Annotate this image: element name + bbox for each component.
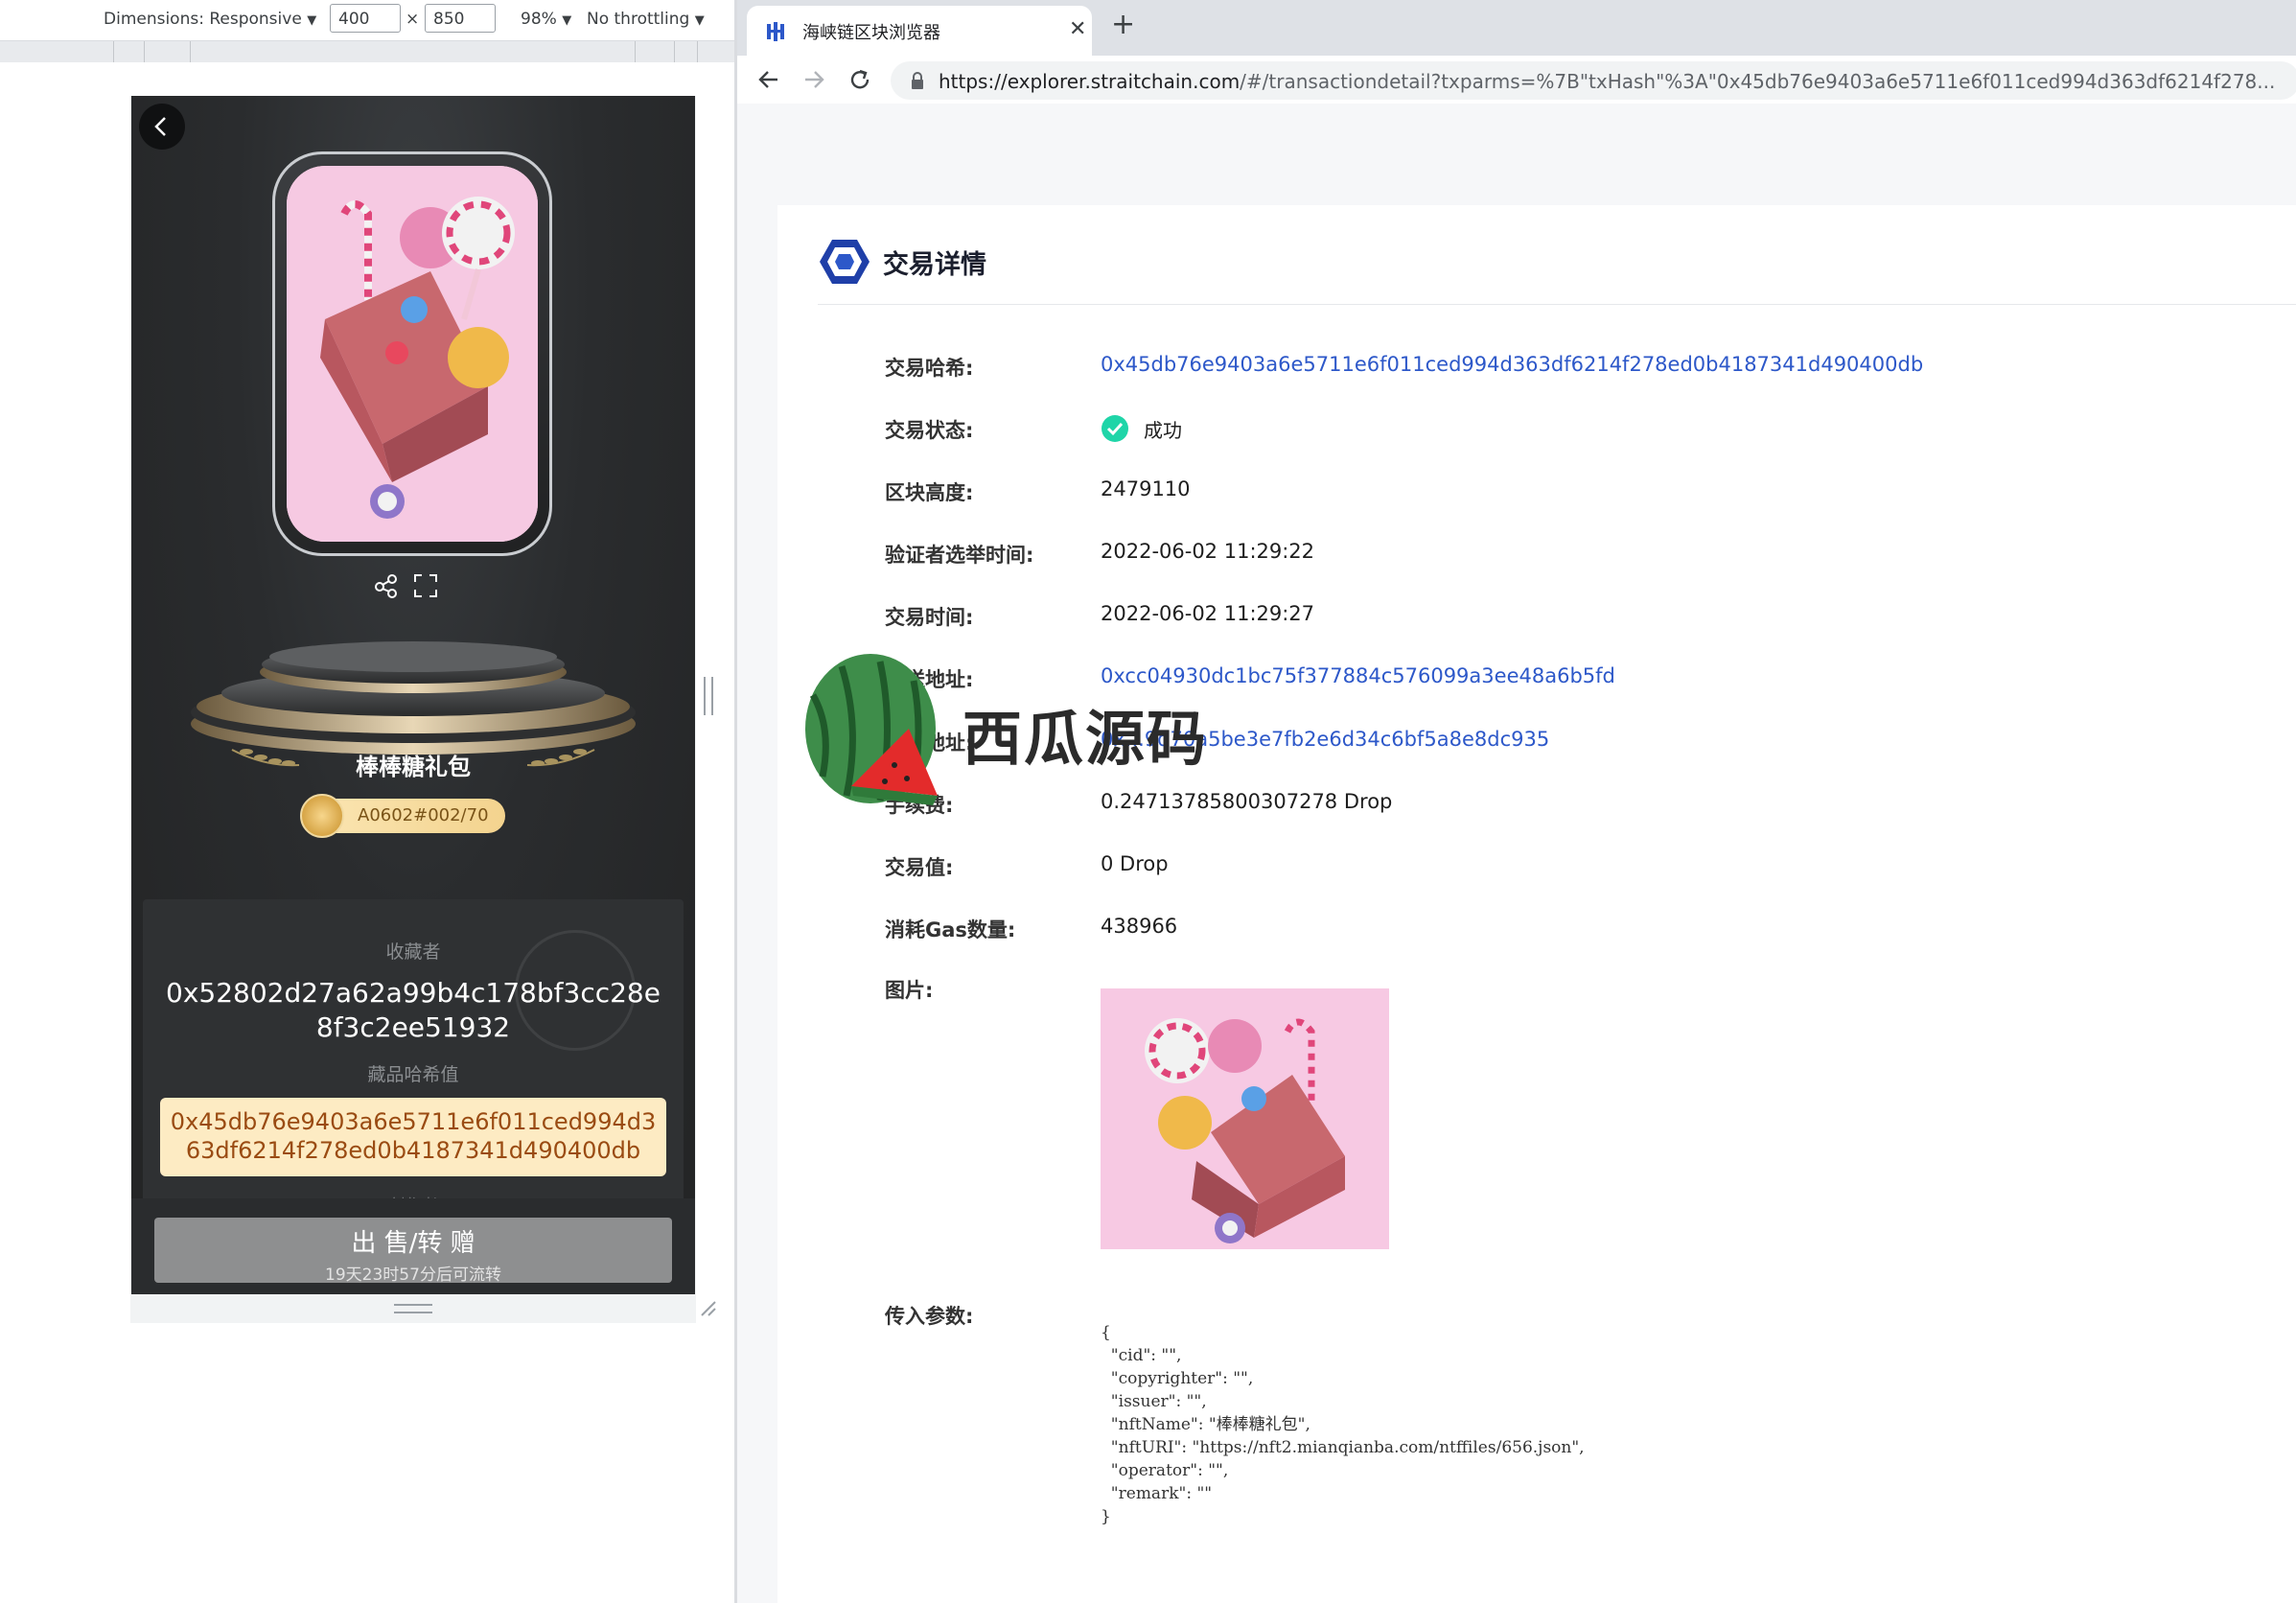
row-label-block-height: 区块高度: [885, 481, 974, 504]
row-label-picture: 图片: [885, 979, 934, 1002]
browser-toolbar: https://explorer.straitchain.com/#/trans… [737, 56, 2296, 105]
times-symbol: × [406, 10, 420, 29]
url-host: https://explorer.straitchain.com [939, 70, 1241, 93]
nft-frame [272, 151, 552, 556]
chain-coin-icon [300, 794, 344, 838]
reload-icon[interactable] [847, 67, 872, 92]
watermark-text: 西瓜源码 [962, 704, 1209, 774]
throttling-label: No throttling [587, 10, 690, 29]
tab-title: 海峡链区块浏览器 [802, 23, 940, 43]
dimensions-label: Dimensions: Responsive [104, 10, 302, 29]
tx-time-value: 2022-06-02 11:29:27 [1101, 602, 1315, 625]
row-label-gas: 消耗Gas数量: [885, 918, 1016, 941]
row-label-params: 传入参数: [885, 1305, 974, 1328]
dimensions-select[interactable]: Dimensions: Responsive ▼ [104, 10, 316, 29]
device-toolbar: Dimensions: Responsive ▼ 400 × 850 98% ▼… [0, 0, 736, 40]
media-query-ruler [0, 40, 736, 63]
url-text: https://explorer.straitchain.com/#/trans… [939, 70, 2275, 93]
sell-transfer-button[interactable]: 19天23时57分后可流转 出 售/转 赠 19天23时57分后可流转 [154, 1218, 672, 1285]
from-address-link[interactable]: 0xcc04930dc1bc75f377884c576099a3ee48a6b5… [1101, 664, 1615, 687]
sell-button-title: 出 售/转 赠 [351, 1229, 475, 1258]
tab-strip: 海峡链区块浏览器 ✕ + [737, 0, 2296, 56]
collector-address: 0x52802d27a62a99b4c178bf3cc28e8f3c2ee519… [166, 977, 661, 1043]
watermelon-logo-icon [805, 654, 938, 805]
address-bar[interactable]: https://explorer.straitchain.com/#/trans… [891, 61, 2296, 100]
forward-arrow-icon[interactable] [801, 67, 826, 92]
tab-explorer[interactable]: 海峡链区块浏览器 ✕ [747, 6, 1092, 56]
input-params-json: { "cid": "", "copyrighter": "", "issuer"… [1101, 1323, 1585, 1526]
status-value: 成功 [1144, 419, 1182, 442]
chevron-down-icon: ▼ [694, 13, 705, 28]
candy-gift-picture [1145, 1018, 1345, 1243]
corner-resize-icon[interactable] [698, 1298, 717, 1317]
gas-used-value: 438966 [1101, 915, 1178, 938]
back-button[interactable] [139, 104, 185, 150]
tx-value: 0 Drop [1101, 852, 1169, 875]
back-arrow-icon[interactable] [756, 67, 781, 92]
candy-gift-illustration [287, 166, 538, 542]
row-label-tx-hash: 交易哈希: [885, 357, 974, 380]
lock-icon[interactable] [910, 71, 925, 90]
nft-title: 棒棒糖礼包 [356, 754, 471, 780]
width-input[interactable]: 400 [330, 4, 401, 33]
straitchain-favicon-icon [767, 22, 784, 41]
devtools-device-pane: Dimensions: Responsive ▼ 400 × 850 98% ▼… [0, 0, 736, 1603]
nft-artwork-image[interactable] [287, 166, 538, 542]
width-resize-handle[interactable] [704, 677, 713, 715]
success-check-icon [1102, 415, 1128, 442]
block-height-value: 2479110 [1101, 477, 1191, 500]
hash-label: 藏品哈希值 [367, 1064, 459, 1085]
zoom-label: 98% [521, 10, 557, 29]
collector-label: 收藏者 [385, 941, 441, 963]
height-input[interactable]: 850 [425, 4, 496, 33]
zoom-select[interactable]: 98% ▼ [521, 10, 571, 29]
chevron-down-icon: ▼ [307, 13, 317, 28]
close-icon[interactable]: ✕ [1069, 17, 1086, 41]
sell-button-countdown: 19天23时57分后可流转 [325, 1266, 501, 1285]
nft-picture[interactable] [1101, 988, 1389, 1249]
throttling-select[interactable]: No throttling ▼ [587, 10, 705, 29]
fee-value: 0.24713785800307278 Drop [1101, 790, 1393, 813]
row-label-status: 交易状态: [885, 419, 974, 442]
chevron-left-icon [154, 117, 166, 136]
row-label-tx-time: 交易时间: [885, 606, 974, 629]
row-label-election-time: 验证者选举时间: [885, 544, 1034, 567]
url-path: /#/transactiondetail?txparms=%7B"txHash"… [1240, 70, 2276, 93]
phone-viewport: 棒棒糖礼包 A0602#002/70 收藏者 0x52802d27a62a99b… [131, 96, 695, 1294]
share-icon[interactable] [374, 573, 399, 598]
fullscreen-icon[interactable] [413, 573, 438, 598]
row-label-value: 交易值: [885, 856, 954, 879]
election-time-value: 2022-06-02 11:29:22 [1101, 540, 1315, 563]
page-title: 交易详情 [883, 250, 986, 280]
hash-value-box[interactable]: 0x45db76e9403a6e5711e6f011ced994d363df62… [160, 1098, 666, 1176]
height-resize-handle[interactable] [394, 1304, 432, 1313]
new-tab-button[interactable]: + [1111, 8, 1135, 41]
tx-hash-link[interactable]: 0x45db76e9403a6e5711e6f011ced994d363df62… [1101, 353, 1923, 376]
chevron-down-icon: ▼ [562, 13, 572, 28]
straitchain-logo-icon [820, 240, 870, 284]
title-divider [818, 304, 2296, 305]
